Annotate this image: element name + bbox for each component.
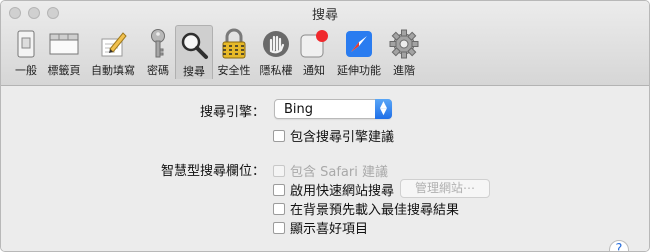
notification-badge-icon (298, 28, 330, 60)
preload-top-hit-checkbox[interactable] (273, 202, 285, 215)
show-favorites-checkbox[interactable] (273, 221, 285, 234)
preferences-tabs: 一般 標籤頁 自動填寫 密碼 搜尋 安全性 隱私權 通知 延伸功能 進階 (9, 25, 421, 79)
tab-security[interactable]: 安全性 (213, 25, 255, 79)
tabs-window-icon (48, 28, 80, 60)
gear-icon (388, 28, 420, 60)
safari-suggestions-checkbox (273, 164, 285, 177)
hand-icon (260, 28, 292, 60)
search-engine-label: 搜尋引擎： (199, 105, 265, 120)
preload-top-hit-label: 在背景預先載入最佳搜尋結果 (290, 203, 460, 218)
tab-passwords[interactable]: 密碼 (141, 25, 175, 79)
toolbar: 搜尋 一般 標籤頁 自動填寫 密碼 搜尋 安全性 隱私權 通知 延伸功能 進階 (1, 1, 649, 86)
padlock-icon (218, 28, 250, 60)
show-favorites-option[interactable]: 顯示喜好項目 (273, 218, 368, 237)
include-suggestions-label: 包含搜尋引擎建議 (290, 130, 395, 145)
quick-website-search-option[interactable]: 啟用快速網站搜尋 (273, 180, 394, 199)
show-favorites-label: 顯示喜好項目 (290, 222, 369, 237)
magnifier-icon (178, 29, 210, 61)
include-suggestions-checkbox[interactable] (273, 129, 285, 142)
quick-website-search-checkbox[interactable] (273, 183, 285, 196)
include-suggestions-option[interactable]: 包含搜尋引擎建議 (273, 126, 394, 145)
safari-suggestions-option: 包含 Safari 建議 (273, 161, 388, 180)
extensions-compass-icon (343, 28, 375, 60)
key-icon (142, 28, 174, 60)
tab-extensions[interactable]: 延伸功能 (331, 25, 387, 79)
manage-websites-button: 管理網站⋯ (400, 179, 490, 198)
smart-search-field-label: 智慧型搜尋欄位： (160, 164, 265, 179)
search-engine-select[interactable]: Bing ▲ ▼ (274, 99, 392, 119)
chevron-updown-icon: ▲ ▼ (375, 99, 392, 119)
tab-search[interactable]: 搜尋 (175, 25, 213, 79)
preferences-window: 搜尋 一般 標籤頁 自動填寫 密碼 搜尋 安全性 隱私權 通知 延伸功能 進階 … (0, 0, 650, 252)
general-switch-icon (10, 28, 42, 60)
tab-tabs[interactable]: 標籤頁 (43, 25, 85, 79)
autofill-pencil-icon (97, 28, 129, 60)
preload-top-hit-option[interactable]: 在背景預先載入最佳搜尋結果 (273, 199, 459, 218)
search-engine-value: Bing (284, 102, 314, 117)
tab-advanced[interactable]: 進階 (387, 25, 421, 79)
tab-general[interactable]: 一般 (9, 25, 43, 79)
search-preferences-pane: 搜尋引擎： Bing ▲ ▼ 包含搜尋引擎建議 智慧型搜尋欄位： 包含 Safar… (1, 86, 649, 251)
quick-website-search-label: 啟用快速網站搜尋 (290, 184, 395, 199)
tab-autofill[interactable]: 自動填寫 (85, 25, 141, 79)
safari-suggestions-label: 包含 Safari 建議 (290, 165, 388, 180)
window-title: 搜尋 (311, 8, 338, 23)
help-button[interactable]: ? (609, 240, 629, 251)
tab-privacy[interactable]: 隱私權 (255, 25, 297, 79)
tab-notifications[interactable]: 通知 (297, 25, 331, 79)
